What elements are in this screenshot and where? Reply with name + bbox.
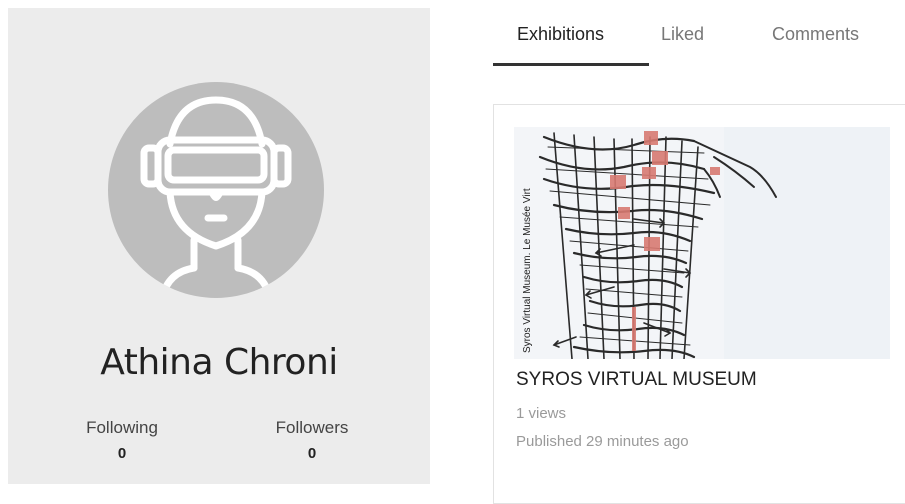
tab-exhibitions[interactable]: Exhibitions (517, 24, 604, 45)
city-map-image (514, 127, 890, 359)
followers-label: Followers (275, 418, 349, 437)
following-label: Following (86, 418, 158, 437)
following-stat[interactable]: Following 0 (52, 418, 192, 464)
exhibition-title[interactable]: SYROS VIRTUAL MUSEUM (516, 369, 757, 391)
exhibition-published: Published 29 minutes ago (516, 433, 689, 450)
followers-count: 0 (307, 445, 317, 462)
active-tab-indicator (493, 63, 649, 66)
exhibition-card[interactable]: Syros Virtual Museum. Le Musée Virt SYRO… (493, 104, 905, 504)
user-name: Athina Chroni (100, 342, 338, 383)
tab-comments[interactable]: Comments (772, 24, 859, 45)
thumbnail-caption: Syros Virtual Museum. Le Musée Virt (522, 188, 533, 353)
tab-liked[interactable]: Liked (661, 24, 704, 45)
avatar[interactable] (108, 82, 324, 298)
vr-headset-user-icon (140, 96, 292, 298)
following-count: 0 (117, 445, 127, 462)
profile-tabs: Exhibitions Liked Comments (493, 0, 905, 66)
exhibition-views: 1 views (516, 405, 567, 422)
followers-stat[interactable]: Followers 0 (242, 418, 382, 464)
profile-card: Athina Chroni Following 0 Followers 0 (8, 8, 430, 484)
exhibition-thumbnail[interactable]: Syros Virtual Museum. Le Musée Virt (514, 127, 890, 359)
